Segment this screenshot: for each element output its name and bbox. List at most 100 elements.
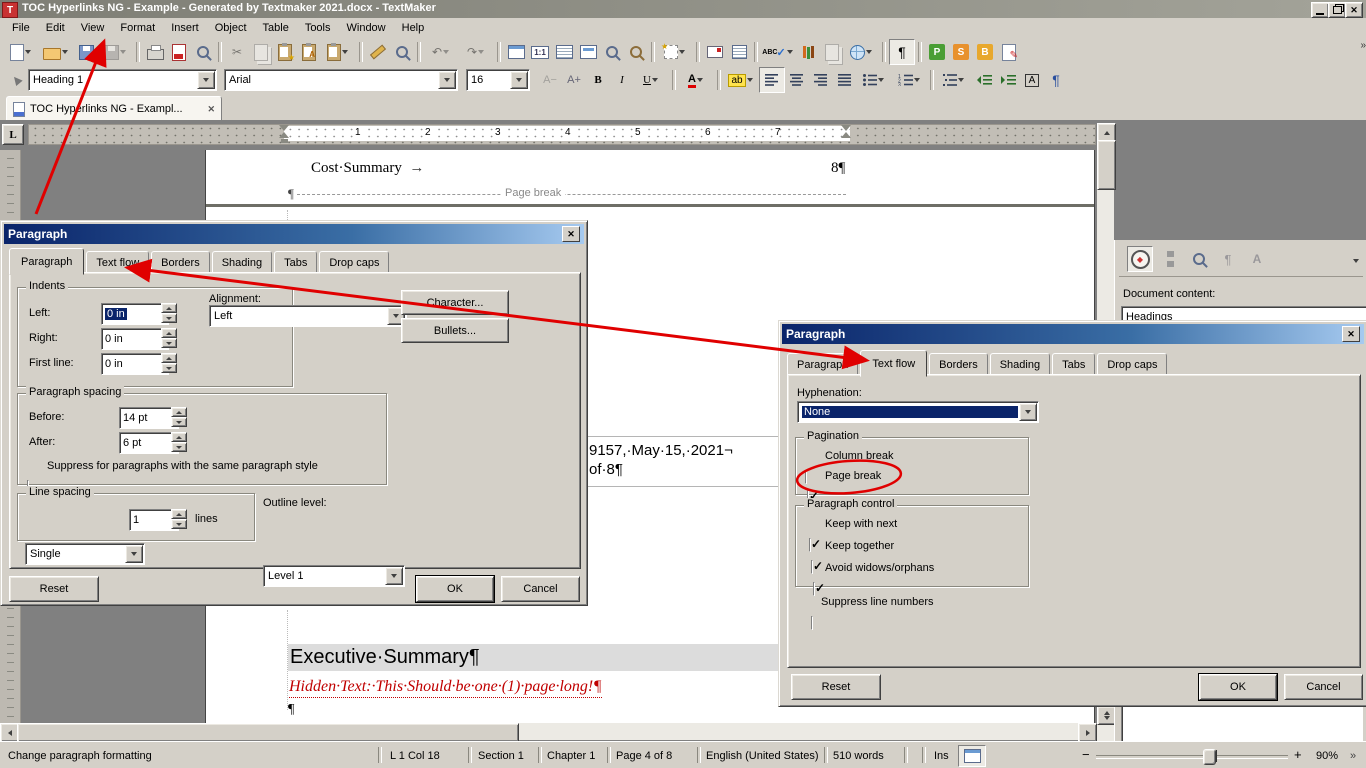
zoom-out-button[interactable] xyxy=(600,40,624,64)
doc-fragment-line2[interactable]: of·8¶ xyxy=(589,461,623,478)
dialog1-close-button[interactable]: ✕ xyxy=(562,226,580,242)
bullets-button[interactable]: Bullets... xyxy=(401,318,509,343)
paste-formatted-button[interactable]: A xyxy=(297,40,321,64)
hyphenation-dropdown[interactable] xyxy=(1019,403,1037,421)
open-button[interactable] xyxy=(39,40,74,64)
increase-indent-button[interactable] xyxy=(996,68,1020,92)
paragraph-styles-button[interactable]: ¶ xyxy=(1216,247,1240,271)
view-normal-button[interactable] xyxy=(958,745,986,767)
status-overflow-chevron[interactable]: » xyxy=(1350,750,1356,762)
status-page[interactable]: Page 4 of 8 xyxy=(616,750,672,762)
ok-button[interactable]: OK xyxy=(1199,674,1277,700)
tab-tabs[interactable]: Tabs xyxy=(274,251,317,274)
align-right-button[interactable] xyxy=(809,68,833,92)
line-count-spinner[interactable] xyxy=(171,509,187,529)
scroll-right-button[interactable] xyxy=(1078,723,1097,742)
suppress-line-numbers-checkbox[interactable] xyxy=(811,616,813,630)
paragraph-dialog-button[interactable]: ¶ xyxy=(1044,68,1068,92)
right-indent-marker-top[interactable] xyxy=(841,125,851,131)
line-spacing-combo[interactable]: Single xyxy=(25,543,145,565)
underline-button[interactable]: U xyxy=(634,68,669,92)
tab-text-flow[interactable]: Text flow xyxy=(86,251,149,274)
character-button[interactable]: Character... xyxy=(401,290,509,315)
horizontal-scroll-thumb[interactable] xyxy=(17,723,519,742)
tab-paragraph[interactable]: Paragraph xyxy=(787,353,858,376)
tab-text-flow[interactable]: Text flow xyxy=(860,350,927,377)
list-style-button[interactable] xyxy=(937,68,972,92)
export-pdf-button[interactable] xyxy=(167,40,191,64)
first-line-indent-marker[interactable] xyxy=(279,125,289,131)
italic-button[interactable]: I xyxy=(610,68,634,92)
align-center-button[interactable] xyxy=(785,68,809,92)
hidden-text-line[interactable]: Hidden·Text:·This·Should·be·one·(1)·page… xyxy=(289,678,602,698)
restore-button[interactable] xyxy=(1328,2,1346,18)
menu-edit[interactable]: Edit xyxy=(38,20,73,36)
font-size-combo[interactable]: 16 xyxy=(466,69,530,91)
outline-level-dropdown[interactable] xyxy=(385,567,403,585)
hyphenation-combo[interactable]: None xyxy=(797,401,1039,423)
character-dialog-button[interactable]: A xyxy=(1020,68,1044,92)
paste-button[interactable] xyxy=(321,40,356,64)
status-chapter[interactable]: Chapter 1 xyxy=(547,750,595,762)
new-document-button[interactable] xyxy=(4,40,39,64)
menu-insert[interactable]: Insert xyxy=(163,20,207,36)
outline-level-combo[interactable]: Level 1 xyxy=(263,565,405,587)
tab-tabs[interactable]: Tabs xyxy=(1052,353,1095,376)
left-indent-box-marker[interactable] xyxy=(281,139,288,143)
zoom-level-value[interactable]: 90% xyxy=(1316,750,1338,762)
spellcheck-button[interactable]: ABC✓ xyxy=(761,40,796,64)
first-line-spinner[interactable] xyxy=(161,353,177,373)
horizontal-scrollbar[interactable] xyxy=(0,723,1095,740)
save-button[interactable] xyxy=(74,40,98,64)
copy-button[interactable] xyxy=(249,40,273,64)
tab-shading[interactable]: Shading xyxy=(212,251,272,274)
show-formatting-marks-button[interactable]: ¶ xyxy=(889,39,915,65)
view-normal-button[interactable] xyxy=(576,40,600,64)
undo-button[interactable]: ↶ xyxy=(424,40,459,64)
document-tab[interactable]: TOC Hyperlinks NG - Exampl... ✕ xyxy=(6,96,222,122)
reset-button[interactable]: Reset xyxy=(791,674,881,700)
font-color-button[interactable]: A xyxy=(679,68,714,92)
insert-frame-button[interactable]: ★ xyxy=(658,40,693,64)
first-line-field[interactable]: 0 in xyxy=(101,353,169,375)
bold-button[interactable]: B xyxy=(586,68,610,92)
tab-paragraph[interactable]: Paragraph xyxy=(9,248,84,275)
zoom-level-button[interactable] xyxy=(624,40,648,64)
cancel-button[interactable]: Cancel xyxy=(1284,674,1363,700)
left-indent-field[interactable]: 0 in xyxy=(101,303,169,325)
right-indent-field[interactable]: 0 in xyxy=(101,328,169,350)
align-left-button[interactable] xyxy=(759,67,785,93)
presentations-button[interactable]: S xyxy=(949,40,973,64)
status-language[interactable]: English (United States) xyxy=(706,750,819,762)
menu-file[interactable]: File xyxy=(4,20,38,36)
dialog1-title-bar[interactable]: Paragraph ✕ xyxy=(4,224,584,244)
object-mode-button[interactable]: ▶ xyxy=(4,68,28,92)
view-side-by-side-button[interactable] xyxy=(727,40,751,64)
insert-comment-button[interactable] xyxy=(703,40,727,64)
search-button[interactable] xyxy=(390,40,414,64)
font-size-dropdown-button[interactable] xyxy=(510,71,528,89)
tab-drop-caps[interactable]: Drop caps xyxy=(319,251,389,274)
print-button[interactable] xyxy=(143,40,167,64)
right-indent-marker[interactable] xyxy=(841,132,851,138)
view-whole-page-button[interactable] xyxy=(552,40,576,64)
keep-with-next-checkbox[interactable] xyxy=(809,538,811,552)
zoom-slider-track[interactable] xyxy=(1096,755,1288,759)
status-word-count[interactable]: 510 words xyxy=(833,750,884,762)
tab-shading[interactable]: Shading xyxy=(990,353,1050,376)
insert-mode-indicator[interactable]: Ins xyxy=(934,750,949,762)
character-styles-button[interactable]: A xyxy=(1245,247,1269,271)
print-preview-button[interactable] xyxy=(191,40,215,64)
minimize-button[interactable] xyxy=(1311,2,1329,18)
justify-button[interactable] xyxy=(833,68,857,92)
toolbar-overflow-chevron[interactable]: » xyxy=(1360,40,1366,51)
status-position[interactable]: L 1 Col 18 xyxy=(390,750,440,762)
menu-window[interactable]: Window xyxy=(339,20,394,36)
blocks-tab-button[interactable] xyxy=(1158,247,1182,271)
doc-fragment-line1[interactable]: 9157,·May·15,·2021¬ xyxy=(589,442,733,459)
tab-close-icon[interactable]: ✕ xyxy=(207,104,215,115)
horizontal-ruler[interactable]: 1 2 3 4 5 6 7 xyxy=(28,124,1096,145)
shrink-font-button[interactable]: A− xyxy=(538,68,562,92)
compare-documents-button[interactable] xyxy=(820,40,844,64)
column-break-checkbox[interactable] xyxy=(805,470,807,484)
